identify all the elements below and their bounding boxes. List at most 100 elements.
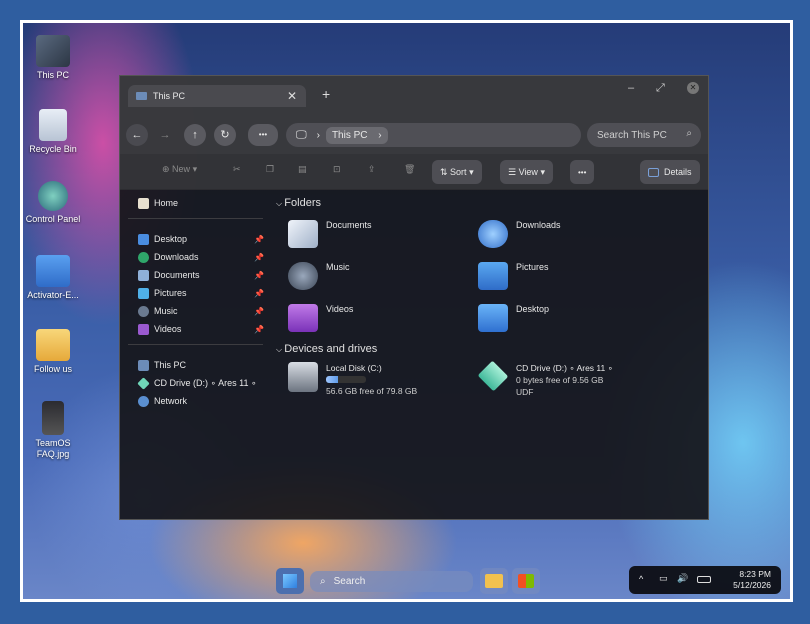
folder-label: Downloads (516, 220, 561, 230)
drive-name: CD Drive (D:) ∘ Ares 11 ∘ (516, 363, 613, 373)
pin-icon: 📌 (254, 306, 264, 316)
sidebar-label: Home (154, 198, 179, 208)
sidebar-item-music[interactable]: Music 📌 (138, 304, 268, 318)
folder-videos[interactable]: Videos (288, 304, 353, 332)
desktop-icon-control-panel[interactable]: Control Panel (23, 181, 88, 225)
divider (128, 344, 263, 345)
desktop-icon-activator[interactable]: Activator-E... (23, 255, 88, 301)
address-field[interactable]: 🖵 › This PC › (286, 123, 581, 147)
drives-section-header[interactable]: ⌵ Devices and drives (276, 343, 377, 355)
display-icon[interactable]: ▭ (659, 573, 668, 584)
clock-time: 8:23 PM (739, 569, 771, 579)
file-explorer-window: This PC ✕ + – ⤢ ✕ ← → ↑ ↻ ••• 🖵 › This P… (119, 75, 709, 520)
sidebar-label: This PC (154, 360, 187, 370)
drive-usage-fill (326, 376, 338, 383)
sidebar-label: Videos (154, 324, 182, 334)
sidebar-item-this-pc[interactable]: This PC (138, 358, 268, 372)
sidebar-item-pictures[interactable]: Pictures 📌 (138, 286, 268, 300)
folder-pictures[interactable]: Pictures (478, 262, 549, 290)
battery-icon[interactable] (697, 576, 711, 583)
breadcrumb-separator-icon: › (316, 129, 320, 141)
sort-button[interactable]: ⇅ Sort ▾ (432, 160, 482, 184)
drive-free-text: 0 bytes free of 9.56 GB (516, 375, 604, 385)
close-button[interactable]: ✕ (687, 82, 699, 94)
sidebar-label: Documents (154, 270, 200, 280)
sidebar-item-documents[interactable]: Documents 📌 (138, 268, 268, 282)
divider (128, 218, 263, 219)
refresh-button[interactable]: ↻ (214, 124, 236, 146)
tab-this-pc[interactable]: This PC ✕ (128, 85, 306, 107)
sidebar-item-downloads[interactable]: Downloads 📌 (138, 250, 268, 264)
folder-documents[interactable]: Documents (288, 220, 372, 248)
chevron-up-icon[interactable]: ^ (639, 574, 643, 584)
search-icon: ⌕ (320, 576, 326, 587)
search-input[interactable]: Search This PC ⌕ (587, 123, 701, 147)
address-bar: ← → ↑ ↻ ••• 🖵 › This PC › Search This PC… (120, 116, 708, 154)
rename-icon[interactable]: ⊡ (333, 164, 341, 175)
more-options-button[interactable]: ••• (570, 160, 595, 184)
chevron-right-icon: › (378, 129, 382, 141)
desktop-screen: This PC Recycle Bin Control Panel Activa… (20, 20, 793, 602)
cut-icon[interactable]: ✂ (233, 164, 241, 175)
desktop-icon-follow-us[interactable]: Follow us (23, 329, 88, 375)
sidebar-item-network[interactable]: Network (138, 394, 268, 408)
windows-logo-icon (283, 574, 297, 588)
copy-icon[interactable]: ❐ (266, 164, 274, 175)
drive-local-disk-c[interactable]: Local Disk (C:) 56.6 GB free of 79.8 GB (288, 362, 417, 397)
share-icon[interactable]: ⇪ (368, 164, 376, 175)
view-button[interactable]: ☰ View ▾ (500, 160, 553, 184)
folder-label: Desktop (516, 304, 550, 314)
minimize-button[interactable]: – (628, 82, 634, 94)
delete-icon[interactable]: 🗑 (404, 164, 415, 175)
tab-close-icon[interactable]: ✕ (287, 89, 297, 103)
recycle-bin-icon (39, 109, 67, 141)
disc-drive-icon (477, 360, 509, 392)
folder-downloads[interactable]: Downloads (478, 220, 561, 248)
content-pane: ⌵ Folders Documents Downloads Music Pict… (272, 190, 708, 519)
taskbar-microsoft-store[interactable] (512, 568, 540, 594)
desktop-icon-label: Control Panel (25, 214, 81, 224)
back-button[interactable]: ← (126, 124, 148, 146)
folder-music[interactable]: Music (288, 262, 350, 290)
taskbar-search[interactable]: ⌕ Search (310, 571, 473, 592)
folder-label: Pictures (516, 262, 549, 272)
new-tab-button[interactable]: + (322, 86, 330, 102)
sidebar-item-cd-drive[interactable]: CD Drive (D:) ∘ Ares 11 ∘ (137, 376, 268, 390)
desktop-icon-teamos-faq[interactable]: TeamOS FAQ.jpg (23, 401, 88, 460)
taskbar-file-explorer[interactable] (480, 568, 508, 594)
plus-circle-icon: ⊕ (162, 164, 173, 174)
pin-icon: 📌 (254, 288, 264, 298)
section-title: Folders (284, 197, 321, 209)
volume-icon[interactable]: 🔊 (677, 573, 688, 584)
drive-cd-d[interactable]: CD Drive (D:) ∘ Ares 11 ∘ 0 bytes free o… (477, 360, 613, 398)
view-label: View (518, 167, 538, 177)
sidebar-label: Pictures (154, 288, 187, 298)
desktop-icon-this-pc[interactable]: This PC (23, 35, 88, 81)
up-button[interactable]: ↑ (184, 124, 206, 146)
forward-button[interactable]: → (154, 124, 176, 146)
desktop-icon-label: This PC (36, 70, 69, 80)
clock-date: 5/12/2026 (733, 580, 771, 590)
start-button[interactable] (276, 568, 304, 594)
desktop-icon-recycle-bin[interactable]: Recycle Bin (23, 109, 88, 155)
pin-icon: 📌 (254, 270, 264, 280)
more-nav-button[interactable]: ••• (248, 124, 278, 146)
clock[interactable]: 8:23 PM 5/12/2026 (733, 569, 771, 591)
folder-label: Videos (326, 304, 354, 314)
sidebar-item-desktop[interactable]: Desktop 📌 (138, 232, 268, 246)
command-bar: ⊕ New ▾ ✂ ❐ ▤ ⊡ ⇪ 🗑 ⇅ Sort ▾ ☰ View ▾ ••… (120, 154, 708, 190)
details-button[interactable]: Details (640, 160, 700, 184)
folder-desktop[interactable]: Desktop (478, 304, 549, 332)
paste-icon[interactable]: ▤ (298, 164, 307, 175)
folders-section-header[interactable]: ⌵ Folders (276, 197, 321, 209)
view-icon: ☰ (508, 166, 519, 177)
maximize-button[interactable]: ⤢ (656, 82, 665, 95)
folder-icon (36, 255, 70, 287)
sidebar-item-videos[interactable]: Videos 📌 (138, 322, 268, 336)
new-button[interactable]: ⊕ New ▾ (162, 164, 197, 175)
breadcrumb-this-pc[interactable]: This PC › (325, 126, 388, 144)
sidebar-label: Network (154, 396, 188, 406)
sidebar-item-home[interactable]: Home (138, 196, 268, 210)
pictures-icon (478, 262, 508, 290)
folder-label: Documents (326, 220, 372, 230)
